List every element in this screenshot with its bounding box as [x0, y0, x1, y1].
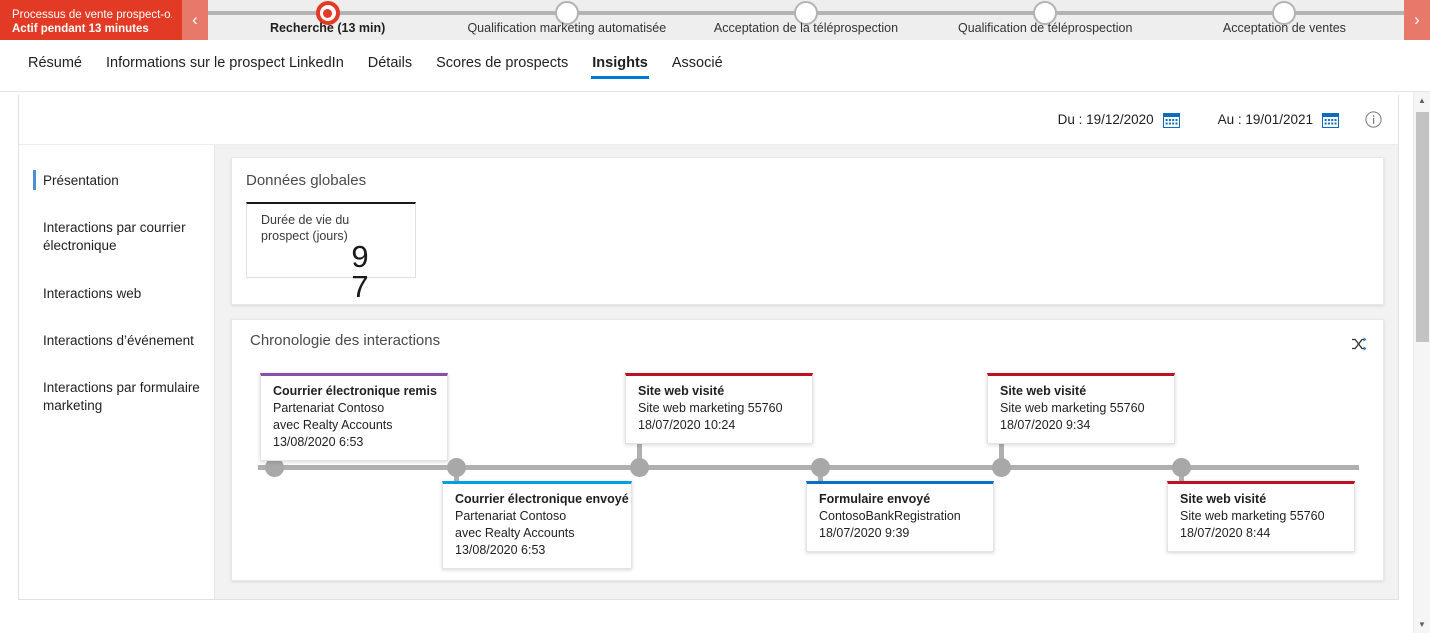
timeline-title: Chronologie des interactions	[250, 332, 441, 349]
insights-main-content: Données globales Durée de vie du prospec…	[215, 145, 1398, 599]
event-timestamp: 18/07/2020 10:24	[638, 417, 736, 432]
event-detail-1: Site web marketing 55760	[1000, 400, 1145, 415]
event-detail-1: ContosoBankRegistration	[819, 508, 961, 523]
timeline-event-card[interactable]: Site web visité Site web marketing 55760 1…	[625, 373, 813, 444]
bpf-stage-label: Acceptation de la téléprospection	[713, 21, 899, 35]
event-timestamp: 18/07/2020 9:39	[819, 525, 910, 540]
event-detail-2: avec Realty Accounts	[273, 417, 393, 432]
timeline-event-card[interactable]: Courrier électronique envoyé Partenariat …	[442, 481, 632, 569]
timeline-event-card[interactable]: Site web visité Site web marketing 55760 1…	[987, 373, 1175, 444]
timeline-node[interactable]	[629, 458, 649, 477]
global-data-title: Données globales	[246, 172, 367, 189]
insights-sidebar: Présentation Interactions par courrier él…	[19, 145, 215, 599]
insights-nav-item-1[interactable]: Présentation	[19, 163, 214, 199]
panel-left-border	[18, 95, 19, 600]
scrollbar-thumb[interactable]	[1416, 112, 1429, 342]
to-date-label: Au : 19/01/2021	[1217, 112, 1313, 127]
event-title: Site web visité	[1000, 384, 1087, 398]
event-detail-1: Partenariat Contoso	[273, 400, 385, 415]
bpf-next-button[interactable]: ›	[1404, 0, 1430, 40]
bpf-record-summary[interactable]: Processus de vente prospect-o... Actif p…	[0, 0, 182, 40]
timeline-node[interactable]	[991, 458, 1011, 477]
record-tab-strip: Résumé Informations sur le prospect Linke…	[0, 40, 1430, 92]
timeline-node[interactable]	[446, 458, 466, 477]
bpf-record-title: Processus de vente prospect-o...	[12, 8, 172, 21]
bpf-record-status: Actif pendant 13 minutes	[12, 23, 149, 35]
tab-1[interactable]: Résumé	[16, 51, 94, 81]
event-title: Site web visité	[1180, 492, 1267, 506]
insights-panel: Du : 19/12/2020 Au: 19/01/2021 Présenta…	[18, 95, 1399, 600]
event-timestamp: 18/07/2020 9:34	[1000, 417, 1091, 432]
scroll-up-arrow[interactable]: ▲	[1414, 92, 1430, 109]
timeline-event-card[interactable]: Courrier électronique remis Partenariat C…	[260, 373, 448, 461]
event-title: Formulaire envoyé	[819, 492, 931, 506]
business-process-flow-bar: Processus de vente prospect-o... Actif p…	[0, 0, 1430, 40]
event-detail-1: Partenariat Contoso	[455, 508, 567, 523]
insights-nav-item-2[interactable]: Interactions par courrier électronique	[19, 210, 214, 264]
event-timestamp: 13/08/2020 6:53	[273, 434, 364, 449]
shuffle-icon[interactable]	[1351, 332, 1367, 352]
bpf-stage-label: Recherche (13 min)	[269, 21, 386, 35]
bpf-stage-label: Qualification marketing automatisée	[467, 21, 667, 35]
timeline-axis	[258, 465, 1359, 470]
insights-nav-item-4[interactable]: Interactions d’événement	[19, 323, 214, 359]
event-timestamp: 18/07/2020 8:44	[1180, 525, 1271, 540]
timeline-area: Courrier électronique remis Partenariat C…	[250, 360, 1367, 575]
bpf-stage-3[interactable]: Acceptation de la téléprospection	[686, 0, 926, 40]
bpf-stage-list: Recherche (13 min) Qualification marketin…	[208, 0, 1405, 40]
calendar-icon[interactable]	[1322, 111, 1339, 128]
timeline-node[interactable]	[1171, 458, 1191, 477]
timeline-node[interactable]	[264, 458, 284, 477]
info-icon[interactable]	[1365, 111, 1382, 128]
event-title: Site web visité	[638, 384, 725, 398]
event-title: Courrier électronique envoyé	[455, 492, 629, 506]
event-title: Courrier électronique remis	[273, 384, 437, 398]
bpf-stage-4[interactable]: Qualification de téléprospection	[925, 0, 1165, 40]
event-timestamp: 13/08/2020 6:53	[455, 542, 546, 557]
bpf-stage-5[interactable]: Acceptation de ventes	[1164, 0, 1405, 40]
interaction-timeline-card: Chronologie des interactions Courrier él…	[231, 319, 1384, 581]
vertical-scrollbar[interactable]: ▲ ▼	[1413, 92, 1430, 633]
from-date-label: Du : 19/12/2020	[1057, 112, 1154, 127]
timeline-event-card[interactable]: Formulaire envoyé ContosoBankRegistration…	[806, 481, 994, 552]
timeline-node[interactable]	[810, 458, 830, 477]
tab-5[interactable]: Insights	[580, 51, 660, 81]
from-date-filter[interactable]: Du : 19/12/2020	[1058, 111, 1180, 128]
bpf-stage-label: Qualification de téléprospection	[958, 21, 1133, 35]
scroll-down-arrow[interactable]: ▼	[1414, 616, 1430, 633]
tab-2[interactable]: Informations sur le prospect LinkedIn	[94, 51, 356, 81]
event-detail-1: Site web marketing 55760	[638, 400, 783, 415]
timeline-event-card[interactable]: Site web visité Site web marketing 55760 1…	[1167, 481, 1355, 552]
event-detail-2: avec Realty Accounts	[455, 525, 575, 540]
tab-4[interactable]: Scores de prospects	[424, 51, 580, 81]
bpf-stage-2[interactable]: Qualification marketing automatisée	[447, 0, 687, 40]
bpf-previous-button[interactable]: ‹	[182, 0, 208, 40]
bpf-stage-1[interactable]: Recherche (13 min)	[208, 0, 448, 40]
global-data-card: Données globales Durée de vie du prospec…	[231, 157, 1384, 305]
date-filter-bar: Du : 19/12/2020 Au: 19/01/2021	[19, 95, 1398, 145]
event-detail-1: Site web marketing 55760	[1180, 508, 1325, 523]
insights-body: Présentation Interactions par courrier él…	[19, 145, 1398, 599]
bpf-stage-label: Acceptation de ventes	[1222, 21, 1346, 35]
tab-3[interactable]: Détails	[356, 51, 424, 81]
calendar-icon[interactable]	[1162, 111, 1180, 128]
insights-nav-item-3[interactable]: Interactions web	[19, 276, 214, 312]
tab-6[interactable]: Associé	[660, 51, 735, 81]
timeline-header: Chronologie des interactions	[250, 332, 1367, 352]
insights-nav-item-5[interactable]: Interactions par formulaire marketing	[19, 370, 214, 424]
kpi-value: 97	[351, 239, 369, 305]
lead-lifetime-kpi-tile[interactable]: Durée de vie du prospect (jours) 97	[246, 202, 416, 302]
to-date-filter[interactable]: Au : 19/01/2021	[1218, 111, 1339, 128]
